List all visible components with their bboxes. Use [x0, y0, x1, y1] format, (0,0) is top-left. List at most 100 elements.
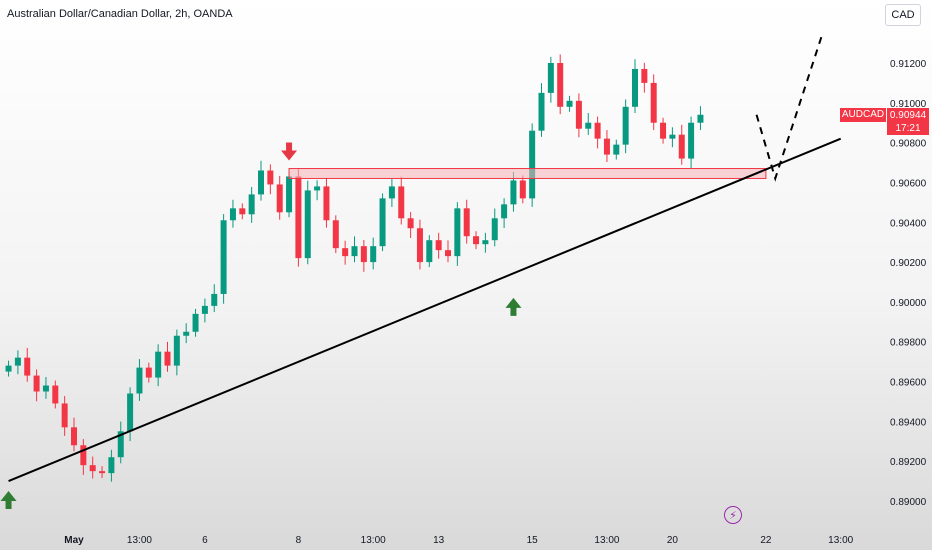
last-price: 0.90944: [889, 110, 927, 121]
currency-button[interactable]: CAD: [885, 4, 921, 26]
arrow-down-icon: [281, 142, 298, 161]
candle: [258, 160, 264, 201]
candle: [360, 239, 367, 272]
candle-body: [622, 106, 629, 145]
candle-body: [491, 218, 498, 241]
candle-body: [33, 375, 40, 392]
candle-body: [398, 186, 405, 219]
price-tick-label: 0.90200: [890, 258, 927, 269]
candle: [314, 180, 321, 201]
candle: [529, 123, 536, 207]
price-tick-label: 0.89200: [890, 457, 927, 468]
candle-body: [603, 138, 610, 155]
price-tick-label: 0.90000: [890, 298, 927, 309]
candle: [473, 231, 480, 250]
candle: [622, 99, 629, 154]
lightning-icon[interactable]: ⚡: [724, 506, 742, 524]
candle: [482, 232, 489, 253]
candle: [201, 298, 208, 323]
price-tick-label: 0.89000: [890, 497, 927, 508]
candle-body: [80, 445, 87, 466]
arrow-up-icon: [0, 491, 17, 510]
candle-body: [435, 240, 442, 251]
candle-body: [463, 208, 470, 237]
candle: [398, 176, 405, 225]
candle-body: [641, 68, 648, 83]
candle-body: [52, 385, 59, 404]
candle-body: [594, 122, 601, 139]
candle: [445, 240, 451, 263]
candle: [52, 380, 59, 409]
candle-body: [510, 180, 517, 205]
candle-body: [379, 198, 386, 247]
time-tick-label: 13:00: [361, 535, 386, 546]
candle: [211, 284, 218, 313]
candle-body: [370, 246, 377, 263]
resistance-zone-layer: [288, 168, 767, 179]
candle: [454, 202, 461, 266]
time-axis[interactable]: May 13:00 6 8 13:00 13 15 13:00 20 22 13:00: [64, 535, 853, 546]
candle-body: [473, 236, 480, 245]
candle: [42, 376, 49, 399]
candle-body: [99, 471, 106, 474]
candle-body: [89, 465, 96, 472]
candle-body: [342, 248, 349, 257]
time-tick-label: May: [64, 535, 84, 546]
candle-body: [678, 134, 685, 159]
candle-body: [42, 385, 49, 392]
candle-body: [201, 305, 208, 314]
candle: [332, 215, 339, 254]
candle: [613, 139, 620, 160]
resistance-zone: [288, 168, 767, 179]
candle-body: [632, 68, 638, 107]
candle: [491, 208, 498, 247]
candle-body: [697, 114, 704, 123]
time-tick-label: 13:00: [828, 535, 853, 546]
time-tick-label: 22: [760, 535, 772, 546]
candle-body: [127, 393, 134, 432]
candle: [388, 179, 395, 207]
candle-body: [211, 293, 218, 306]
candle-body: [445, 250, 451, 257]
candle-body: [529, 130, 536, 199]
candle: [136, 359, 143, 401]
candle: [557, 54, 564, 115]
candle-body: [323, 186, 330, 221]
candle-body: [332, 220, 339, 249]
candle: [342, 240, 349, 265]
time-tick-label: 20: [667, 535, 679, 546]
candle: [426, 235, 433, 268]
price-tick-label: 0.90800: [890, 139, 927, 150]
candle-body: [24, 357, 31, 376]
candle: [99, 466, 106, 479]
candle-body: [566, 100, 573, 107]
price-chart[interactable]: 0.912000.910000.908000.906000.904000.902…: [0, 0, 932, 550]
candle-body: [267, 170, 274, 185]
candle-body: [426, 240, 433, 263]
time-tick-label: 13:00: [127, 535, 152, 546]
symbol-tag: AUDCAD: [840, 108, 886, 122]
candle-body: [258, 170, 264, 195]
candle: [370, 237, 377, 270]
candle: [304, 180, 311, 265]
candles-layer: [5, 54, 704, 482]
candle-body: [407, 218, 414, 229]
candle-body: [416, 228, 423, 263]
candle: [117, 421, 124, 464]
candle-body: [192, 313, 199, 332]
time-tick-label: 13: [433, 535, 445, 546]
last-price-tag: 0.90944 17:21: [887, 108, 929, 135]
time-tick-label: 8: [296, 535, 302, 546]
candle: [519, 175, 526, 204]
candle: [547, 56, 554, 103]
candle-body: [351, 246, 358, 257]
candle: [80, 439, 87, 475]
candle-body: [136, 367, 143, 394]
candle: [5, 360, 12, 377]
candle-body: [482, 240, 489, 245]
candle-body: [155, 351, 162, 378]
candle-body: [173, 335, 180, 366]
candle: [688, 116, 695, 169]
candle-body: [71, 427, 77, 446]
candle: [351, 236, 358, 263]
